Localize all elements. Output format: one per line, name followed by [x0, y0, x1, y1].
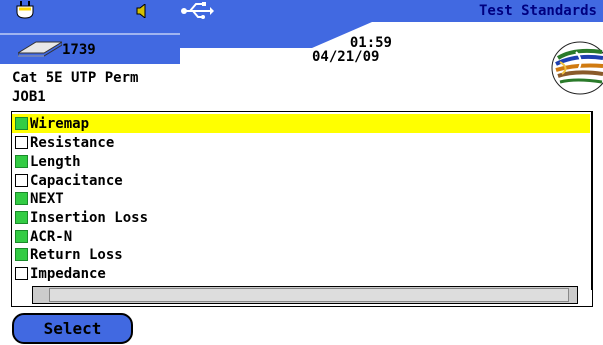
- test-checkbox[interactable]: [15, 174, 28, 187]
- storage-card-icon: [18, 41, 62, 57]
- list-item-wiremap[interactable]: Wiremap: [12, 114, 590, 133]
- test-checkbox[interactable]: [15, 136, 28, 149]
- test-label: Resistance: [30, 134, 115, 151]
- list-item-impedance[interactable]: Impedance: [12, 264, 590, 283]
- power-plug-icon: [16, 1, 34, 19]
- list-item-acr-n[interactable]: ACR-N: [12, 227, 590, 246]
- clock-date: 04/21/09: [312, 49, 380, 65]
- test-label: Impedance: [30, 265, 106, 282]
- list-item-return-loss[interactable]: Return Loss: [12, 245, 590, 264]
- horizontal-scroll-thumb[interactable]: [49, 288, 569, 302]
- test-label: Wiremap: [30, 115, 90, 132]
- test-label: Return Loss: [30, 246, 123, 263]
- list-item-next[interactable]: NEXT: [12, 189, 590, 208]
- speaker-icon[interactable]: [136, 4, 148, 18]
- test-checkbox[interactable]: [15, 267, 28, 280]
- test-checkbox[interactable]: [15, 117, 28, 130]
- list-item-insertion-loss[interactable]: Insertion Loss: [12, 208, 590, 227]
- test-label: NEXT: [30, 190, 64, 207]
- job-name-label: JOB1: [12, 89, 46, 105]
- clock-time: 01:59: [349, 35, 392, 51]
- test-label: ACR-N: [30, 228, 73, 245]
- test-label: Capacitance: [30, 172, 123, 189]
- cable-bundle-icon: [551, 41, 603, 95]
- test-label: Length: [30, 153, 81, 170]
- test-label: Insertion Loss: [30, 209, 149, 226]
- usb-icon: [181, 2, 214, 19]
- test-checkbox[interactable]: [15, 211, 28, 224]
- test-checkbox[interactable]: [15, 192, 28, 205]
- select-button[interactable]: Select: [12, 313, 133, 344]
- horizontal-scrollbar[interactable]: [32, 286, 578, 304]
- vertical-scrollbar[interactable]: [591, 112, 592, 290]
- list-item-capacitance[interactable]: Capacitance: [12, 171, 590, 190]
- cable-type-label: Cat 5E UTP Perm: [12, 70, 139, 86]
- header-bar: Test Standards 1739 01:59 04/21/09: [0, 0, 603, 64]
- record-count: 1739: [62, 42, 96, 58]
- page-title: Test Standards: [478, 3, 597, 19]
- test-checkbox[interactable]: [15, 248, 28, 261]
- list-item-resistance[interactable]: Resistance: [12, 133, 590, 152]
- test-checkbox[interactable]: [15, 155, 28, 168]
- list-item-length[interactable]: Length: [12, 152, 590, 171]
- test-checkbox[interactable]: [15, 230, 28, 243]
- test-list: Wiremap Resistance Length Capacitance NE…: [11, 111, 593, 307]
